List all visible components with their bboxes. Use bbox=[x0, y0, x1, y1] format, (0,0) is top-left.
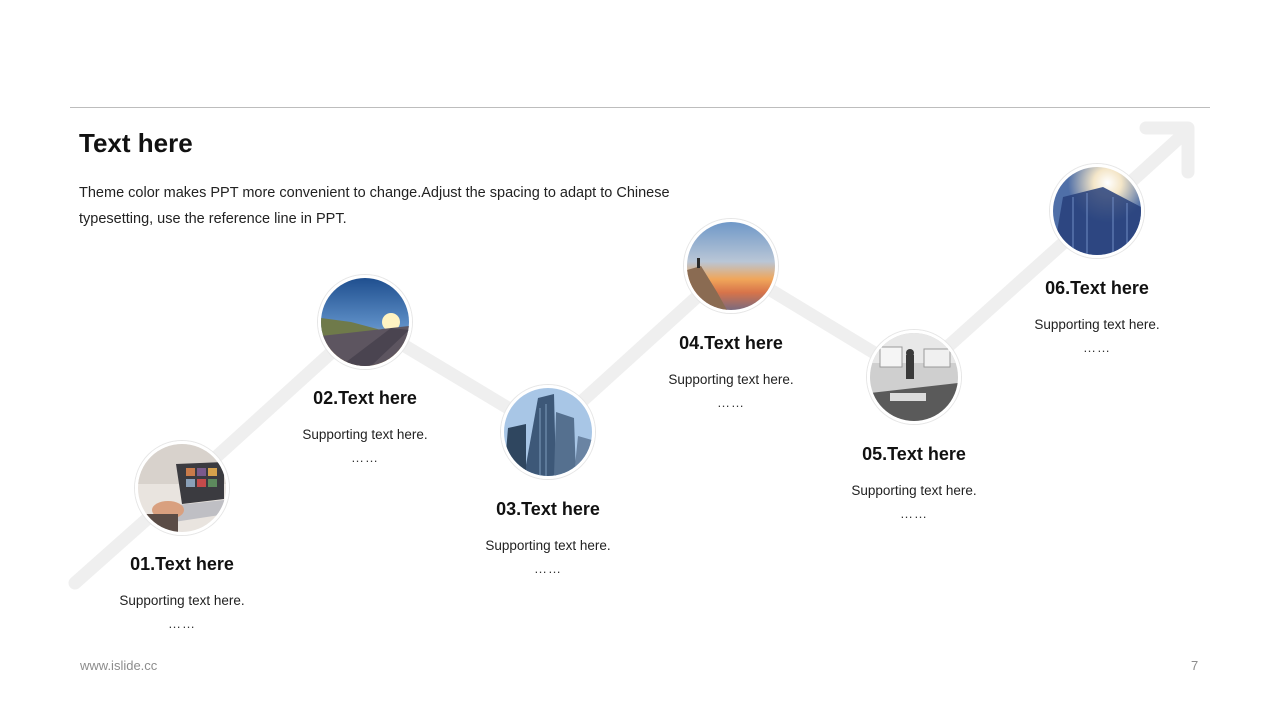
glass-tower-photo bbox=[1050, 164, 1144, 258]
step-title: 01.Text here bbox=[130, 554, 234, 574]
step-supporting-text: Supporting text here. bbox=[119, 593, 245, 608]
office-meeting-photo bbox=[867, 330, 961, 424]
skyscraper-photo bbox=[501, 385, 595, 479]
step-ellipsis: …… bbox=[717, 395, 745, 410]
cliff-sunset-photo bbox=[684, 219, 778, 313]
step-3: 03.Text here Supporting text here. …… bbox=[438, 499, 658, 576]
step-ellipsis: …… bbox=[1083, 340, 1111, 355]
step-ellipsis: …… bbox=[900, 506, 928, 521]
step-ellipsis: …… bbox=[534, 561, 562, 576]
page-number: 7 bbox=[1191, 658, 1199, 673]
step-4: 04.Text here Supporting text here. …… bbox=[621, 333, 841, 410]
step-6: 06.Text here Supporting text here. …… bbox=[987, 278, 1207, 355]
step-supporting-text: Supporting text here. bbox=[1034, 317, 1160, 332]
step-ellipsis: …… bbox=[168, 616, 196, 631]
step-2: 02.Text here Supporting text here. …… bbox=[255, 388, 475, 465]
step-supporting-text: Supporting text here. bbox=[302, 427, 428, 442]
step-supporting-text: Supporting text here. bbox=[851, 483, 977, 498]
step-1: 01.Text here Supporting text here. …… bbox=[72, 554, 292, 631]
step-supporting-text: Supporting text here. bbox=[668, 372, 794, 387]
step-title: 05.Text here bbox=[862, 444, 966, 464]
step-title: 04.Text here bbox=[679, 333, 783, 353]
road-sunset-photo bbox=[318, 275, 412, 369]
step-5: 05.Text here Supporting text here. …… bbox=[804, 444, 1024, 521]
laptop-photo bbox=[135, 441, 229, 535]
step-ellipsis: …… bbox=[351, 450, 379, 465]
step-title: 02.Text here bbox=[313, 388, 417, 408]
step-title: 03.Text here bbox=[496, 499, 600, 519]
step-title: 06.Text here bbox=[1045, 278, 1149, 298]
footer-url: www.islide.cc bbox=[80, 658, 158, 673]
step-supporting-text: Supporting text here. bbox=[485, 538, 611, 553]
